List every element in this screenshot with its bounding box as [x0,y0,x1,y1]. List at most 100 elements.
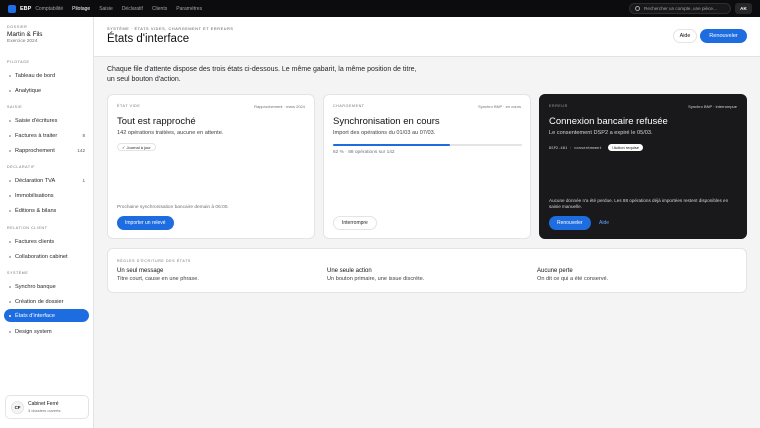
sidebar-item-label: Factures clients [15,238,55,245]
bullet-icon [9,300,11,303]
brand-name: EBP [20,5,32,12]
sidebar-item-label: Immobilisations [15,192,54,199]
bullet-icon [9,194,11,197]
card-description: Import des opérations du 01/03 au 07/03. [333,130,436,136]
sidebar: DOSSIER Martin & Fils Exercice 2024 PILO… [0,17,94,428]
rules-tag: RÈGLES D'ÉCRITURE DES ÉTATS [117,259,191,263]
card-title: Tout est rapproché [117,116,196,127]
sidebar-item-saisie-ecritures[interactable]: Saisie d'écritures [4,114,89,127]
help-button[interactable]: Aide [673,29,697,43]
bullet-icon [9,119,11,122]
card-footnote: Prochaine synchronisation bancaire demai… [117,205,229,210]
account-sub: 3 dossiers ouverts [28,408,61,413]
sidebar-item-label: Création de dossier [15,298,64,305]
sidebar-item-label: Saisie d'écritures [15,117,58,124]
sidebar-item-factures-clients[interactable]: Factures clients [4,235,89,248]
sidebar-item-immobilisations[interactable]: Immobilisations [4,189,89,202]
sidebar-item-collaboration-cabinet[interactable]: Collaboration cabinet [4,250,89,263]
card-meta: Rapprochement · mars 2024 [254,104,305,109]
org-label: DOSSIER [7,25,28,29]
bullet-icon [9,74,11,77]
account-switcher[interactable]: CF Cabinet Ferré 3 dossiers ouverts [5,395,89,419]
bullet-icon [9,134,11,137]
sidebar-section-title: RELATION CLIENT [7,226,48,230]
card-title: Connexion bancaire refusée [549,116,668,127]
search-icon [635,6,640,11]
loading-state-card: CHARGEMENT Synchro BNP · en cours Synchr… [323,94,531,239]
sidebar-section-title: SYSTÈME [7,271,29,275]
nav-clients[interactable]: Clients [152,6,167,12]
user-avatar[interactable]: AK [735,3,752,14]
sidebar-item-label: Design system [15,328,52,335]
count-badge: 8 [82,133,85,138]
brand[interactable]: EBP [8,4,32,13]
renew-button[interactable]: Renouveler [700,29,747,43]
progress-bar [333,144,522,146]
rule-text: Titre court, cause en une phrase. [117,276,199,282]
bullet-icon [9,285,11,288]
sidebar-item-analytique[interactable]: Analytique [4,84,89,97]
status-badge: ✓ Journal à jour [117,143,156,151]
sidebar-section-title: DÉCLARATIF [7,165,36,169]
page-header: SYSTÈME · ÉTATS VIDES, CHARGEMENT ET ERR… [94,17,760,57]
sidebar-item-label: Rapprochement [15,147,55,154]
nav-declaratif[interactable]: Déclaratif [122,6,143,12]
error-state-card: ERREUR Synchro BNP · interrompue Connexi… [539,94,747,239]
rule-item: Un seul message Titre court, cause en un… [117,268,199,282]
nav-pilotage[interactable]: Pilotage [72,6,90,12]
rule-heading: Aucune perte [537,268,573,274]
rule-item: Une seule action Un bouton primaire, une… [327,268,424,282]
rule-item: Aucune perte On dit ce qui a été conserv… [537,268,608,282]
breadcrumb: SYSTÈME · ÉTATS VIDES, CHARGEMENT ET ERR… [107,27,234,31]
page-title: États d'interface [107,33,190,45]
card-meta: Synchro BNP · interrompue [688,104,737,109]
sidebar-item-label: Éditions & bilans [15,207,57,214]
sidebar-item-label: Déclaration TVA [15,177,56,184]
intro-text: Chaque file d'attente dispose des trois … [107,66,417,83]
bullet-icon [9,314,11,317]
progress-fill [333,144,451,146]
sidebar-item-label: Tableau de bord [15,72,56,79]
bullet-icon [9,209,11,212]
sidebar-item-declaration-tva[interactable]: Déclaration TVA 1 [4,174,89,187]
sidebar-item-label: Analytique [15,87,42,94]
bullet-icon [9,179,11,182]
org-year: Exercice 2024 [7,39,38,44]
bullet-icon [9,149,11,152]
bullet-icon [9,255,11,258]
help-link[interactable]: Aide [599,216,609,230]
interrupt-button[interactable]: Interrompre [333,216,377,230]
count-badge: 142 [77,148,85,153]
sidebar-item-factures-a-traiter[interactable]: Factures à traiter 8 [4,129,89,142]
renew-consent-button[interactable]: Renouveler [549,216,591,230]
top-nav: Comptabilité Pilotage Saisie Déclaratif … [35,5,211,12]
card-tag: ERREUR [549,104,568,108]
brand-sub: Comptabilité [35,5,64,12]
import-statement-button[interactable]: Importer un relevé [117,216,174,230]
search-input[interactable]: Rechercher un compte, une pièce... [629,3,731,14]
sidebar-item-tableau-de-bord[interactable]: Tableau de bord [4,69,89,82]
bullet-icon [9,330,11,333]
card-description: 142 opérations traitées, aucune en atten… [117,130,224,136]
sidebar-item-synchro-banque[interactable]: Synchro banque [4,280,89,293]
progress-text: 62 % · 88 opérations sur 142 [333,150,395,155]
card-description: Le consentement DSP2 a expiré le 05/03. [549,130,653,136]
sidebar-section-title: PILOTAGE [7,60,30,64]
org-name[interactable]: Martin & Fils [7,31,43,38]
error-code-row: DSP2-401 · consentement ! Action requise [549,144,643,151]
card-footnote: Aucune donnée n'a été perdue. Les 88 opé… [549,198,729,209]
sidebar-item-etats-interface[interactable]: États d'interface [4,309,89,322]
card-tag: ÉTAT VIDE [117,104,141,108]
nav-parametres[interactable]: Paramètres [176,6,202,12]
rules-panel: RÈGLES D'ÉCRITURE DES ÉTATS Un seul mess… [107,248,747,293]
bullet-icon [9,89,11,92]
sidebar-item-label: États d'interface [15,312,55,319]
sidebar-item-editions-bilans[interactable]: Éditions & bilans [4,204,89,217]
rule-text: Un bouton primaire, une issue discrète. [327,276,425,282]
sidebar-item-creation-dossier[interactable]: Création de dossier [4,295,89,308]
avatar: CF [11,400,24,414]
sidebar-item-rapprochement[interactable]: Rapprochement 142 [4,144,89,157]
count-badge: 1 [82,178,85,183]
sidebar-item-design-system[interactable]: Design system [4,325,89,338]
nav-saisie[interactable]: Saisie [99,6,113,12]
